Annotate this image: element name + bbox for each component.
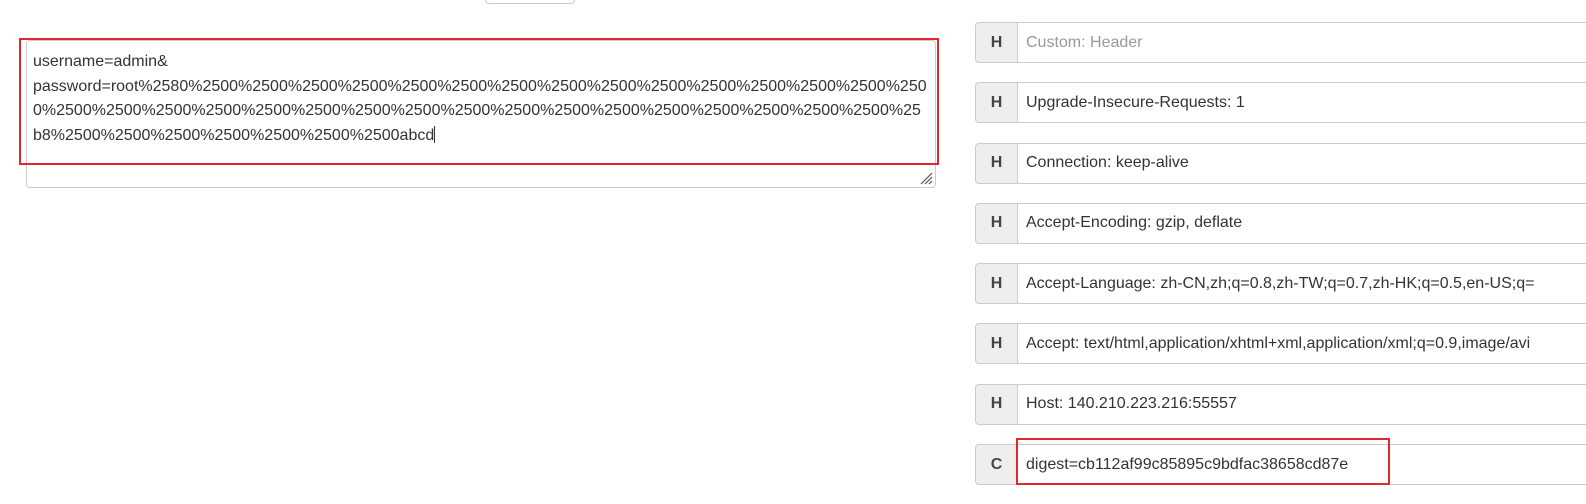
header-type-label: H (975, 142, 1017, 184)
header-list: H H H H H H H C (975, 22, 1586, 504)
header-input-accept-language[interactable] (1017, 263, 1586, 305)
header-input-accept-encoding[interactable] (1017, 202, 1586, 244)
text-caret (434, 125, 436, 143)
header-row: H (975, 383, 1586, 425)
header-row: H (975, 22, 1586, 63)
request-body-textarea[interactable]: username=admin& password=root%2580%2500%… (26, 40, 936, 188)
header-type-label: H (975, 383, 1017, 425)
header-row: H (975, 323, 1586, 365)
cookie-input-digest[interactable] (1017, 444, 1586, 486)
header-type-label: H (975, 202, 1017, 244)
request-body-text[interactable]: username=admin& password=root%2580%2500%… (33, 50, 928, 148)
top-button-edge[interactable] (485, 0, 575, 4)
header-type-label: H (975, 323, 1017, 365)
header-input-upgrade-insecure-requests[interactable] (1017, 82, 1586, 124)
header-type-label: H (975, 82, 1017, 124)
header-type-label: H (975, 263, 1017, 305)
request-body-value: username=admin& password=root%2580%2500%… (33, 53, 927, 144)
header-type-label: H (975, 22, 1017, 63)
header-row: H (975, 82, 1586, 124)
cookie-type-label: C (975, 444, 1017, 486)
header-input-host[interactable] (1017, 383, 1586, 425)
custom-header-input[interactable] (1017, 22, 1586, 63)
resize-grip-icon[interactable] (919, 171, 933, 185)
header-input-connection[interactable] (1017, 142, 1586, 184)
header-row: C (975, 444, 1586, 486)
header-row: H (975, 263, 1586, 305)
header-row: H (975, 202, 1586, 244)
header-row: H (975, 142, 1586, 184)
header-input-accept[interactable] (1017, 323, 1586, 365)
